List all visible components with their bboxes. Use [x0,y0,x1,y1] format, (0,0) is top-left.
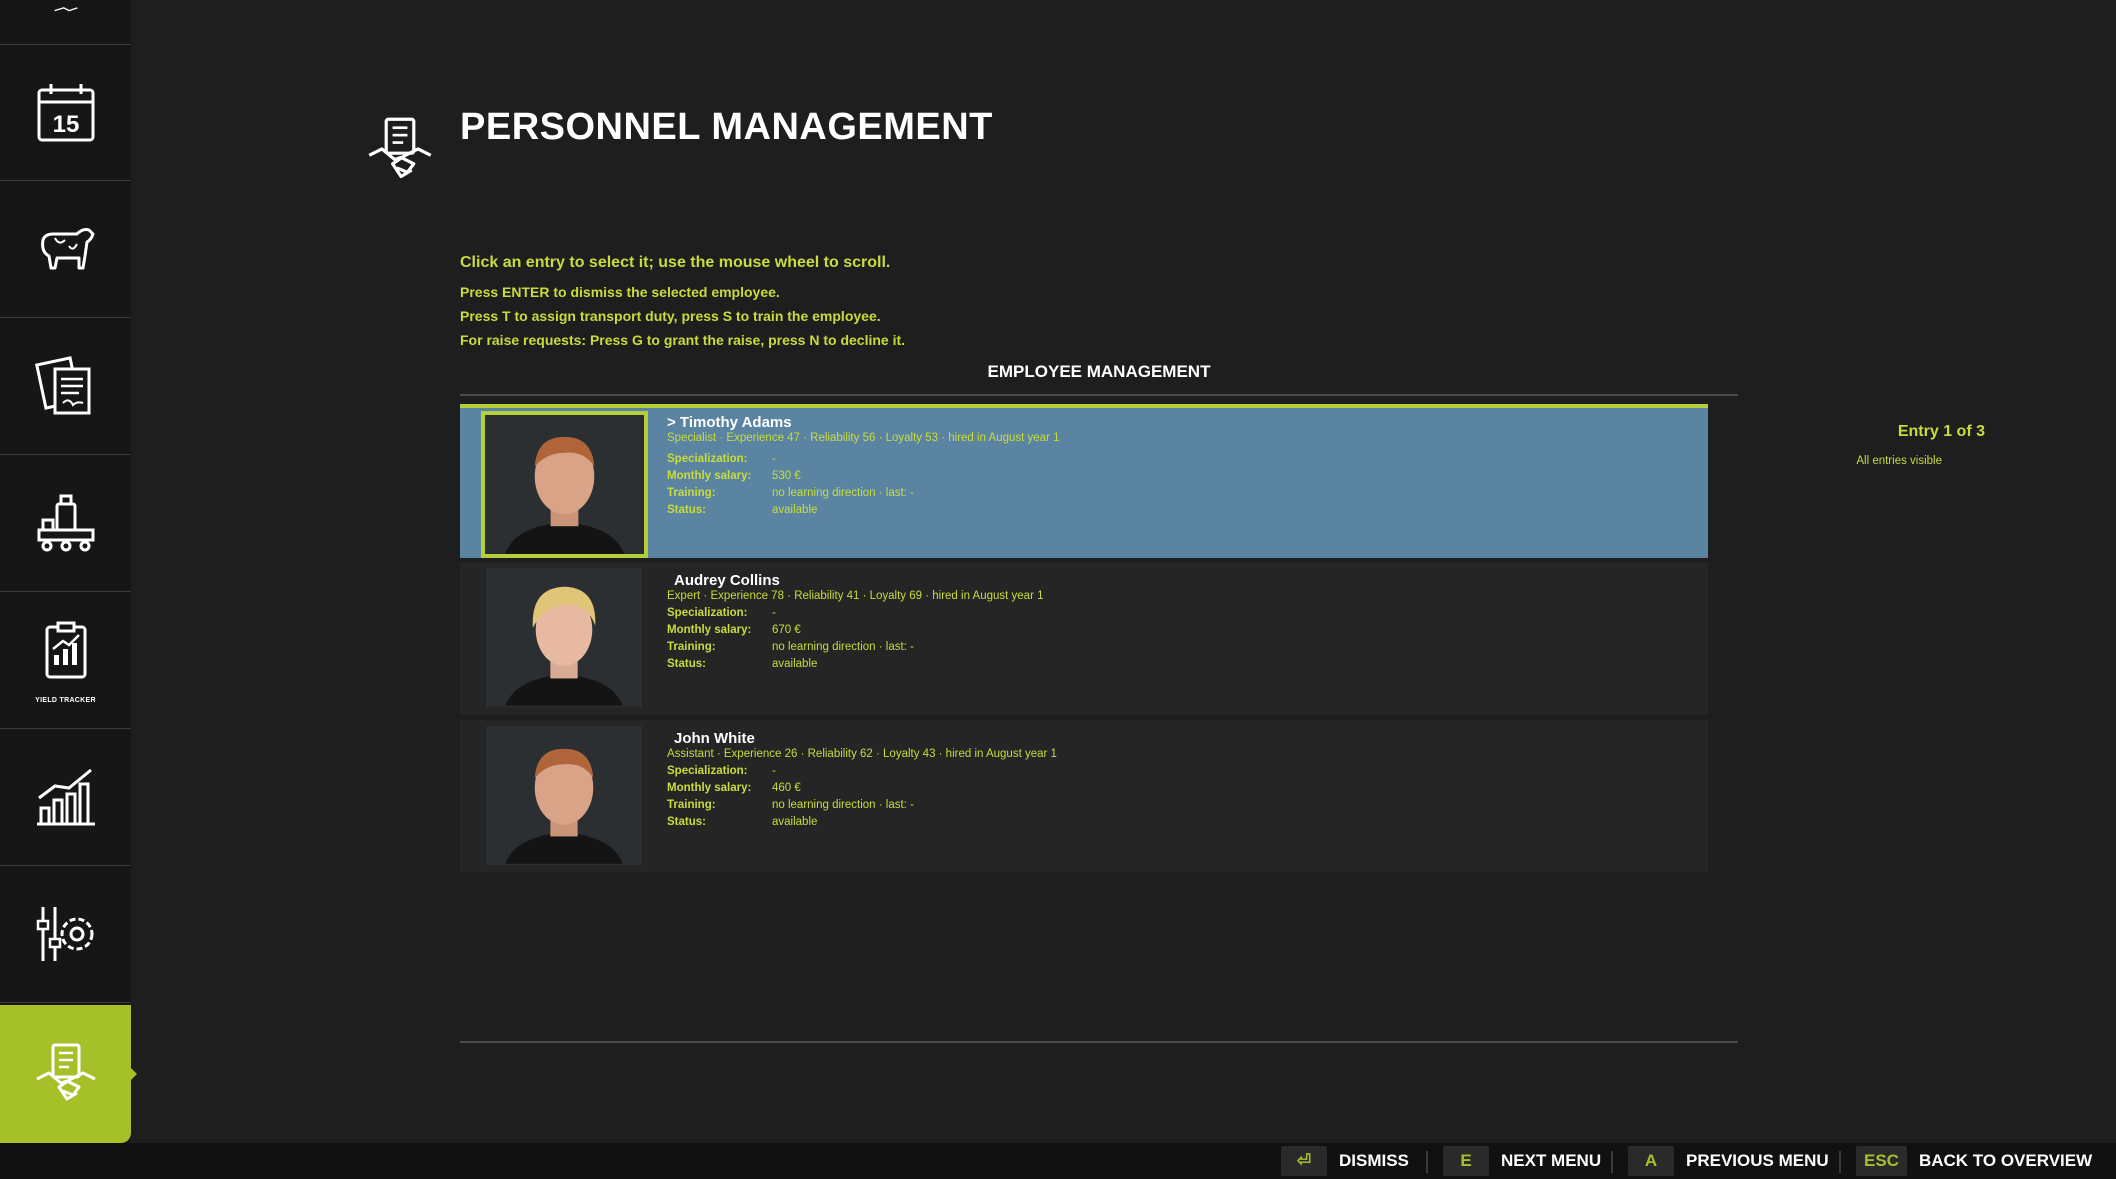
keycap: ESC [1856,1146,1907,1176]
sidebar-item-animals[interactable] [0,181,131,318]
yield-tracker-icon [45,621,86,679]
instruction-line: Click an entry to select it; use the mou… [460,254,891,271]
sidebar: 15 YIELD TRACKER [0,0,137,1143]
field-value: available [772,816,818,828]
map-icon [53,7,78,12]
divider [1611,1151,1613,1173]
back-to-overview-button[interactable]: ESC BACK TO OVERVIEW [1856,1143,2092,1179]
employee-row[interactable]: Audrey Collins Expert · Experience 78 · … [460,562,1708,714]
divider [1839,1151,1841,1173]
sidebar-item-settings[interactable] [0,866,131,1003]
sidebar-item-top[interactable] [0,0,131,45]
field-label: Status: [667,816,706,828]
calendar-day: 15 [52,111,79,138]
employee-summary: Assistant · Experience 26 · Reliability … [667,748,1057,760]
field-value: - [772,453,776,465]
employee-name: Audrey Collins [674,572,780,589]
field-value: available [772,658,818,670]
keycap: A [1628,1146,1674,1176]
employee-row[interactable]: John White Assistant · Experience 26 · R… [460,720,1708,872]
page-title: PERSONNEL MANAGEMENT [460,106,993,148]
field-label: Specialization: [667,765,748,777]
field-value: 530 € [772,470,801,482]
field-value: - [772,765,776,777]
employee-portrait [486,726,642,865]
hint-label: BACK TO OVERVIEW [1918,1151,2093,1170]
entries-visible-note: All entries visible [1856,455,1942,467]
personnel-header-icon [368,117,432,179]
handshake-icon [35,1043,96,1101]
field-label: Specialization: [667,453,748,465]
divider [460,394,1738,396]
dismiss-button[interactable]: ⏎ DISMISS [1281,1143,1409,1179]
enter-key-icon: ⏎ [1281,1146,1327,1176]
section-title: EMPLOYEE MANAGEMENT [987,362,1211,381]
hint-label: PREVIOUS MENU [1686,1151,1829,1170]
sidebar-item-statistics[interactable] [0,729,131,866]
divider [460,1041,1738,1043]
hint-label: DISMISS [1339,1151,1409,1170]
field-label: Monthly salary: [667,470,752,482]
calendar-icon: 15 [37,83,94,141]
employee-row[interactable]: > Timothy Adams Specialist · Experience … [460,404,1708,558]
field-value: available [772,504,818,516]
previous-menu-button[interactable]: A PREVIOUS MENU [1628,1143,1829,1179]
hint-label: NEXT MENU [1501,1151,1602,1170]
field-label: Monthly salary: [667,624,752,636]
sidebar-item-calendar[interactable]: 15 [0,45,131,181]
field-value: 460 € [772,782,801,794]
next-menu-button[interactable]: E NEXT MENU [1443,1143,1601,1179]
bottom-bar: ⏎ DISMISS E NEXT MENU A PREVIOUS MENU ES… [0,1143,2116,1179]
field-label: Training: [667,641,716,653]
field-value: - [772,607,776,619]
field-label: Training: [667,799,716,811]
employee-name: > Timothy Adams [667,414,792,431]
instruction-line: For raise requests: Press G to grant the… [460,332,906,348]
employee-portrait [481,411,648,558]
cow-icon [40,228,94,270]
contracts-icon [34,356,90,415]
field-value: no learning direction · last: - [772,799,914,811]
sidebar-item-yield-tracker[interactable]: YIELD TRACKER [0,592,131,729]
settings-icon [36,907,93,961]
employee-summary: Specialist · Experience 47 · Reliability… [667,432,1060,444]
instruction-line: Press T to assign transport duty, press … [460,308,881,324]
field-value: no learning direction · last: - [772,487,914,499]
field-label: Training: [667,487,716,499]
field-label: Status: [667,504,706,516]
keycap: E [1443,1146,1489,1176]
production-icon [37,494,94,552]
yield-tracker-label: YIELD TRACKER [35,697,96,704]
sidebar-item-contracts[interactable] [0,318,131,455]
divider [1426,1151,1428,1173]
field-label: Specialization: [667,607,748,619]
employee-name: John White [674,730,755,747]
employee-portrait [486,568,642,707]
employee-summary: Expert · Experience 78 · Reliability 41 … [667,590,1044,602]
field-value: no learning direction · last: - [772,641,914,653]
entry-counter: Entry 1 of 3 [1897,423,1985,440]
sidebar-item-personnel[interactable] [0,1005,137,1143]
field-label: Monthly salary: [667,782,752,794]
sidebar-item-production[interactable] [0,455,131,592]
instruction-line: Press ENTER to dismiss the selected empl… [460,284,780,300]
field-value: 670 € [772,624,801,636]
statistics-icon [36,768,95,826]
field-label: Status: [667,658,706,670]
